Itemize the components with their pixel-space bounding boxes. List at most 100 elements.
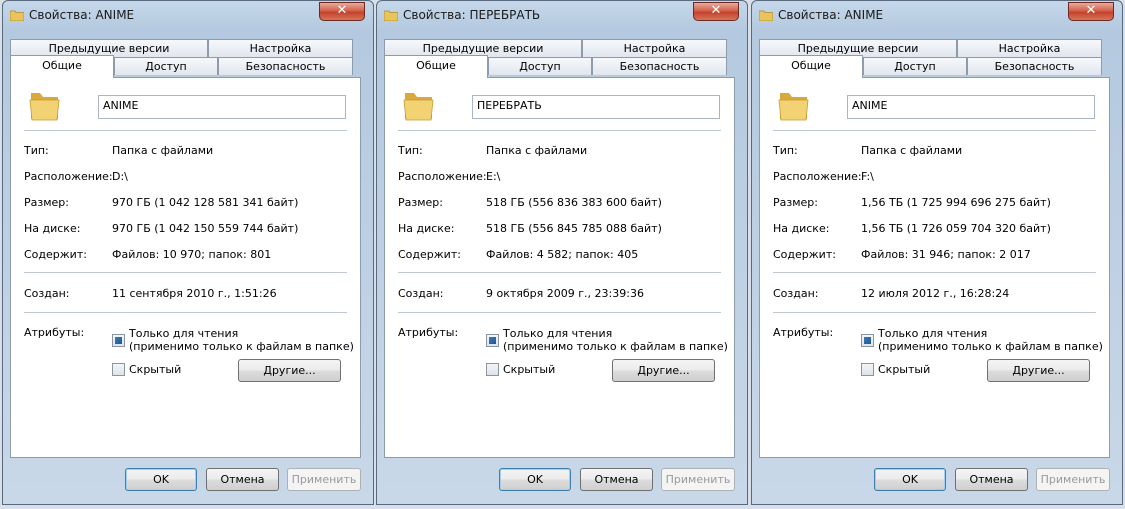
separator bbox=[398, 312, 721, 313]
size-value: 970 ГБ (1 042 128 581 341 байт) bbox=[112, 196, 299, 209]
size-on-disk-value: 1,56 ТБ (1 726 059 704 320 байт) bbox=[861, 222, 1051, 235]
location-value: D:\ bbox=[112, 170, 128, 183]
tab-strip: Предыдущие версии Настройка Общие Доступ… bbox=[759, 39, 1110, 79]
readonly-note: (применимо только к файлам в папке) bbox=[878, 340, 1103, 353]
contains-value: Файлов: 31 946; папок: 2 017 bbox=[861, 248, 1031, 261]
apply-button[interactable]: Применить bbox=[287, 468, 361, 491]
cancel-button[interactable]: Отмена bbox=[955, 468, 1028, 491]
hidden-label: Скрытый bbox=[503, 363, 556, 376]
apply-button[interactable]: Применить bbox=[1036, 468, 1110, 491]
folder-icon bbox=[10, 10, 24, 21]
tab-customize[interactable]: Настройка bbox=[582, 39, 727, 57]
folder-icon bbox=[403, 93, 434, 121]
readonly-note: (применимо только к файлам в папке) bbox=[503, 340, 728, 353]
type-label: Тип: bbox=[24, 144, 49, 157]
properties-window-3: Свойства: ANIME ✕ Предыдущие версии Наст… bbox=[751, 0, 1123, 505]
created-value: 12 июля 2012 г., 16:28:24 bbox=[861, 287, 1010, 300]
tab-general[interactable]: Общие bbox=[10, 55, 114, 78]
ok-button[interactable]: OK bbox=[499, 468, 571, 491]
contains-label: Содержит: bbox=[398, 248, 461, 261]
cancel-button[interactable]: Отмена bbox=[580, 468, 653, 491]
size-label: Размер: bbox=[773, 196, 818, 209]
contains-value: Файлов: 10 970; папок: 801 bbox=[112, 248, 272, 261]
tab-sharing[interactable]: Доступ bbox=[863, 57, 967, 75]
separator bbox=[24, 312, 347, 313]
separator bbox=[773, 272, 1096, 273]
general-panel: ANIME Тип: Папка с файлами Расположение:… bbox=[759, 77, 1110, 458]
tab-general[interactable]: Общие bbox=[384, 55, 488, 78]
properties-window-2: Свойства: ПЕРЕБРАТЬ ✕ Предыдущие версии … bbox=[376, 0, 748, 505]
type-value: Папка с файлами bbox=[112, 144, 214, 157]
size-on-disk-label: На диске: bbox=[24, 222, 81, 235]
apply-button[interactable]: Применить bbox=[661, 468, 735, 491]
type-label: Тип: bbox=[773, 144, 798, 157]
tab-security[interactable]: Безопасность bbox=[967, 57, 1102, 75]
readonly-label: Только для чтения bbox=[878, 327, 988, 340]
tab-security[interactable]: Безопасность bbox=[592, 57, 727, 75]
type-label: Тип: bbox=[398, 144, 423, 157]
tab-customize[interactable]: Настройка bbox=[957, 39, 1102, 57]
folder-name-input[interactable]: ПЕРЕБРАТЬ bbox=[472, 95, 720, 119]
separator bbox=[24, 272, 347, 273]
created-label: Создан: bbox=[398, 287, 444, 300]
contains-value: Файлов: 4 582; папок: 405 bbox=[486, 248, 639, 261]
location-label: Расположение: bbox=[398, 170, 487, 183]
size-label: Размер: bbox=[398, 196, 443, 209]
readonly-checkbox[interactable] bbox=[112, 334, 125, 347]
type-value: Папка с файлами bbox=[486, 144, 588, 157]
tab-strip: Предыдущие версии Настройка Общие Доступ… bbox=[10, 39, 361, 79]
general-panel: ANIME Тип: Папка с файлами Расположение:… bbox=[10, 77, 361, 458]
ok-button[interactable]: OK bbox=[125, 468, 197, 491]
size-on-disk-value: 970 ГБ (1 042 150 559 744 байт) bbox=[112, 222, 299, 235]
tab-sharing[interactable]: Доступ bbox=[488, 57, 592, 75]
tab-customize[interactable]: Настройка bbox=[208, 39, 353, 57]
ok-button[interactable]: OK bbox=[874, 468, 946, 491]
properties-window-1: Свойства: ANIME ✕ Предыдущие версии Наст… bbox=[2, 0, 374, 505]
separator bbox=[398, 130, 721, 131]
folder-name-input[interactable]: ANIME bbox=[847, 95, 1095, 119]
size-on-disk-label: На диске: bbox=[398, 222, 455, 235]
tab-sharing[interactable]: Доступ bbox=[114, 57, 218, 75]
cancel-button[interactable]: Отмена bbox=[206, 468, 279, 491]
window-title: Свойства: ПЕРЕБРАТЬ bbox=[403, 8, 541, 22]
window-title: Свойства: ANIME bbox=[29, 8, 135, 22]
hidden-checkbox[interactable] bbox=[112, 363, 125, 376]
hidden-label: Скрытый bbox=[129, 363, 182, 376]
close-button[interactable]: ✕ bbox=[693, 2, 739, 21]
readonly-checkbox[interactable] bbox=[861, 334, 874, 347]
tab-general[interactable]: Общие bbox=[759, 55, 863, 78]
size-on-disk-label: На диске: bbox=[773, 222, 830, 235]
other-attributes-button[interactable]: Другие... bbox=[987, 359, 1090, 382]
hidden-checkbox[interactable] bbox=[861, 363, 874, 376]
created-label: Создан: bbox=[24, 287, 70, 300]
type-value: Папка с файлами bbox=[861, 144, 963, 157]
attributes-label: Атрибуты: bbox=[398, 326, 459, 339]
close-button[interactable]: ✕ bbox=[1068, 2, 1114, 21]
title-bar[interactable]: Свойства: ANIME ✕ bbox=[3, 1, 373, 31]
folder-name-input[interactable]: ANIME bbox=[98, 95, 346, 119]
close-button[interactable]: ✕ bbox=[319, 2, 365, 21]
tab-strip: Предыдущие версии Настройка Общие Доступ… bbox=[384, 39, 735, 79]
hidden-checkbox[interactable] bbox=[486, 363, 499, 376]
location-value: F:\ bbox=[861, 170, 874, 183]
location-value: E:\ bbox=[486, 170, 501, 183]
size-value: 518 ГБ (556 836 383 600 байт) bbox=[486, 196, 662, 209]
window-title: Свойства: ANIME bbox=[778, 8, 884, 22]
general-panel: ПЕРЕБРАТЬ Тип: Папка с файлами Расположе… bbox=[384, 77, 735, 458]
readonly-note: (применимо только к файлам в папке) bbox=[129, 340, 354, 353]
tab-security[interactable]: Безопасность bbox=[218, 57, 353, 75]
size-value: 1,56 ТБ (1 725 994 696 275 байт) bbox=[861, 196, 1051, 209]
folder-icon bbox=[384, 10, 398, 21]
separator bbox=[398, 272, 721, 273]
other-attributes-button[interactable]: Другие... bbox=[612, 359, 715, 382]
hidden-label: Скрытый bbox=[878, 363, 931, 376]
readonly-checkbox[interactable] bbox=[486, 334, 499, 347]
folder-icon bbox=[759, 10, 773, 21]
other-attributes-button[interactable]: Другие... bbox=[238, 359, 341, 382]
attributes-label: Атрибуты: bbox=[24, 326, 85, 339]
contains-label: Содержит: bbox=[24, 248, 87, 261]
title-bar[interactable]: Свойства: ANIME ✕ bbox=[752, 1, 1122, 31]
title-bar[interactable]: Свойства: ПЕРЕБРАТЬ ✕ bbox=[377, 1, 747, 31]
readonly-label: Только для чтения bbox=[503, 327, 613, 340]
created-value: 11 сентября 2010 г., 1:51:26 bbox=[112, 287, 277, 300]
